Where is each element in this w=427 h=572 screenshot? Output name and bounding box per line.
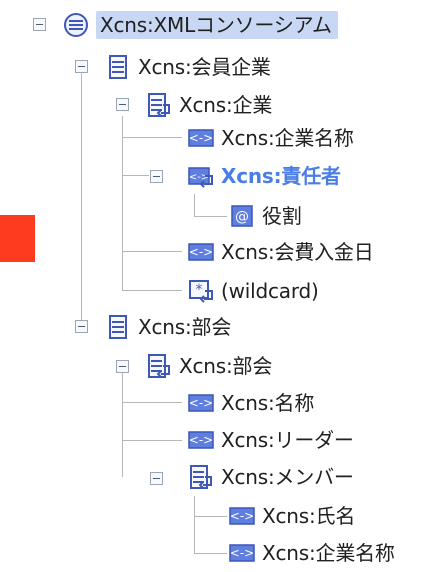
tree-node-label: Xcns:氏名 bbox=[262, 504, 356, 528]
tree-node-full-name[interactable]: <-> Xcns:氏名 bbox=[228, 497, 355, 535]
simple-element-icon: <-> bbox=[228, 502, 256, 530]
tree-connector bbox=[122, 175, 149, 176]
svg-text:<->: <-> bbox=[189, 245, 213, 259]
tree-node-member-companies[interactable]: Xcns:会員企業 bbox=[104, 48, 271, 86]
tree-connector bbox=[194, 216, 227, 217]
tree-node-label: Xcns:XMLコンソーシアム bbox=[96, 11, 338, 39]
tree-node-members[interactable]: Xcns:メンバー bbox=[187, 458, 354, 496]
tree-node-label: Xcns:企業名称 bbox=[262, 541, 395, 565]
tree-connector bbox=[194, 194, 195, 216]
xml-schema-tree: Xcns:XMLコンソーシアム Xcns:会員企業 Xcns:企業 <-> Xc… bbox=[0, 0, 427, 565]
collapse-toggle-root[interactable] bbox=[33, 18, 46, 31]
tree-connector bbox=[122, 251, 182, 252]
tree-node-wildcard[interactable]: * (wildcard) bbox=[187, 272, 319, 310]
tree-node-leader[interactable]: <-> Xcns:リーダー bbox=[187, 421, 354, 459]
collapse-toggle-member-companies[interactable] bbox=[75, 60, 88, 73]
simple-element-icon: <-> bbox=[187, 426, 215, 454]
tree-node-role-attribute[interactable]: @ 役割 bbox=[228, 197, 302, 235]
svg-text:<->: <-> bbox=[189, 396, 213, 410]
tree-connector bbox=[81, 73, 82, 326]
simple-element-icon: <-> bbox=[228, 539, 256, 567]
tree-node-label: (wildcard) bbox=[221, 279, 319, 303]
svg-text:@: @ bbox=[235, 209, 249, 225]
tree-node-label: Xcns:メンバー bbox=[221, 465, 354, 489]
collapse-toggle-committee[interactable] bbox=[116, 360, 129, 373]
left-red-marker bbox=[0, 215, 35, 262]
element-group-icon bbox=[104, 53, 132, 81]
tree-node-label: Xcns:リーダー bbox=[221, 428, 354, 452]
collapse-toggle-members[interactable] bbox=[150, 472, 163, 485]
tree-node-label: Xcns:名称 bbox=[221, 391, 315, 415]
svg-text:<->: <-> bbox=[189, 131, 213, 145]
complex-element-icon bbox=[187, 463, 215, 491]
attribute-icon: @ bbox=[228, 202, 256, 230]
svg-text:*: * bbox=[196, 282, 203, 298]
tree-node-label: 役割 bbox=[262, 204, 302, 228]
tree-node-company-name[interactable]: <-> Xcns:企業名称 bbox=[187, 119, 354, 157]
tree-connector bbox=[122, 116, 123, 290]
tree-connector bbox=[194, 553, 227, 554]
simple-element-icon: <-> bbox=[187, 238, 215, 266]
tree-node-label: Xcns:会費入金日 bbox=[221, 240, 374, 264]
tree-node-name[interactable]: <-> Xcns:名称 bbox=[187, 384, 314, 422]
tree-connector bbox=[194, 516, 227, 517]
svg-text:<->: <-> bbox=[230, 546, 254, 560]
tree-node-member-company-name[interactable]: <-> Xcns:企業名称 bbox=[228, 534, 395, 572]
tree-node-label: Xcns:会員企業 bbox=[138, 55, 271, 79]
tree-connector bbox=[122, 440, 182, 441]
tree-node-label: Xcns:部会 bbox=[179, 354, 273, 378]
tree-node-label: Xcns:部会 bbox=[138, 315, 232, 339]
svg-text:<->: <-> bbox=[189, 433, 213, 447]
complex-element-icon bbox=[145, 91, 173, 119]
tree-connector bbox=[122, 290, 182, 291]
complex-element-icon bbox=[145, 352, 173, 380]
complex-simple-element-icon: <-> bbox=[187, 162, 215, 190]
collapse-toggle-manager[interactable] bbox=[150, 170, 163, 183]
svg-text:<->: <-> bbox=[230, 509, 254, 523]
collapse-toggle-committee-group[interactable] bbox=[75, 320, 88, 333]
tree-connector bbox=[122, 402, 182, 403]
tree-connector bbox=[122, 137, 182, 138]
svg-text:<->: <-> bbox=[189, 172, 209, 183]
collapse-toggle-company[interactable] bbox=[116, 98, 129, 111]
simple-element-icon: <-> bbox=[187, 124, 215, 152]
wildcard-icon: * bbox=[187, 277, 215, 305]
tree-node-label: Xcns:責任者 bbox=[221, 164, 341, 188]
tree-node-manager[interactable]: <-> Xcns:責任者 bbox=[187, 157, 341, 195]
tree-connector bbox=[122, 370, 123, 477]
tree-connector bbox=[194, 496, 195, 553]
simple-element-icon: <-> bbox=[187, 389, 215, 417]
tree-node-root[interactable]: Xcns:XMLコンソーシアム bbox=[62, 6, 338, 44]
tree-node-label: Xcns:企業名称 bbox=[221, 126, 354, 150]
root-document-icon bbox=[62, 11, 90, 39]
tree-node-label: Xcns:企業 bbox=[179, 93, 273, 117]
tree-node-committee-group[interactable]: Xcns:部会 bbox=[104, 308, 231, 346]
element-group-icon bbox=[104, 313, 132, 341]
tree-node-fee-payment-date[interactable]: <-> Xcns:会費入金日 bbox=[187, 233, 374, 271]
tree-node-committee[interactable]: Xcns:部会 bbox=[145, 347, 272, 385]
